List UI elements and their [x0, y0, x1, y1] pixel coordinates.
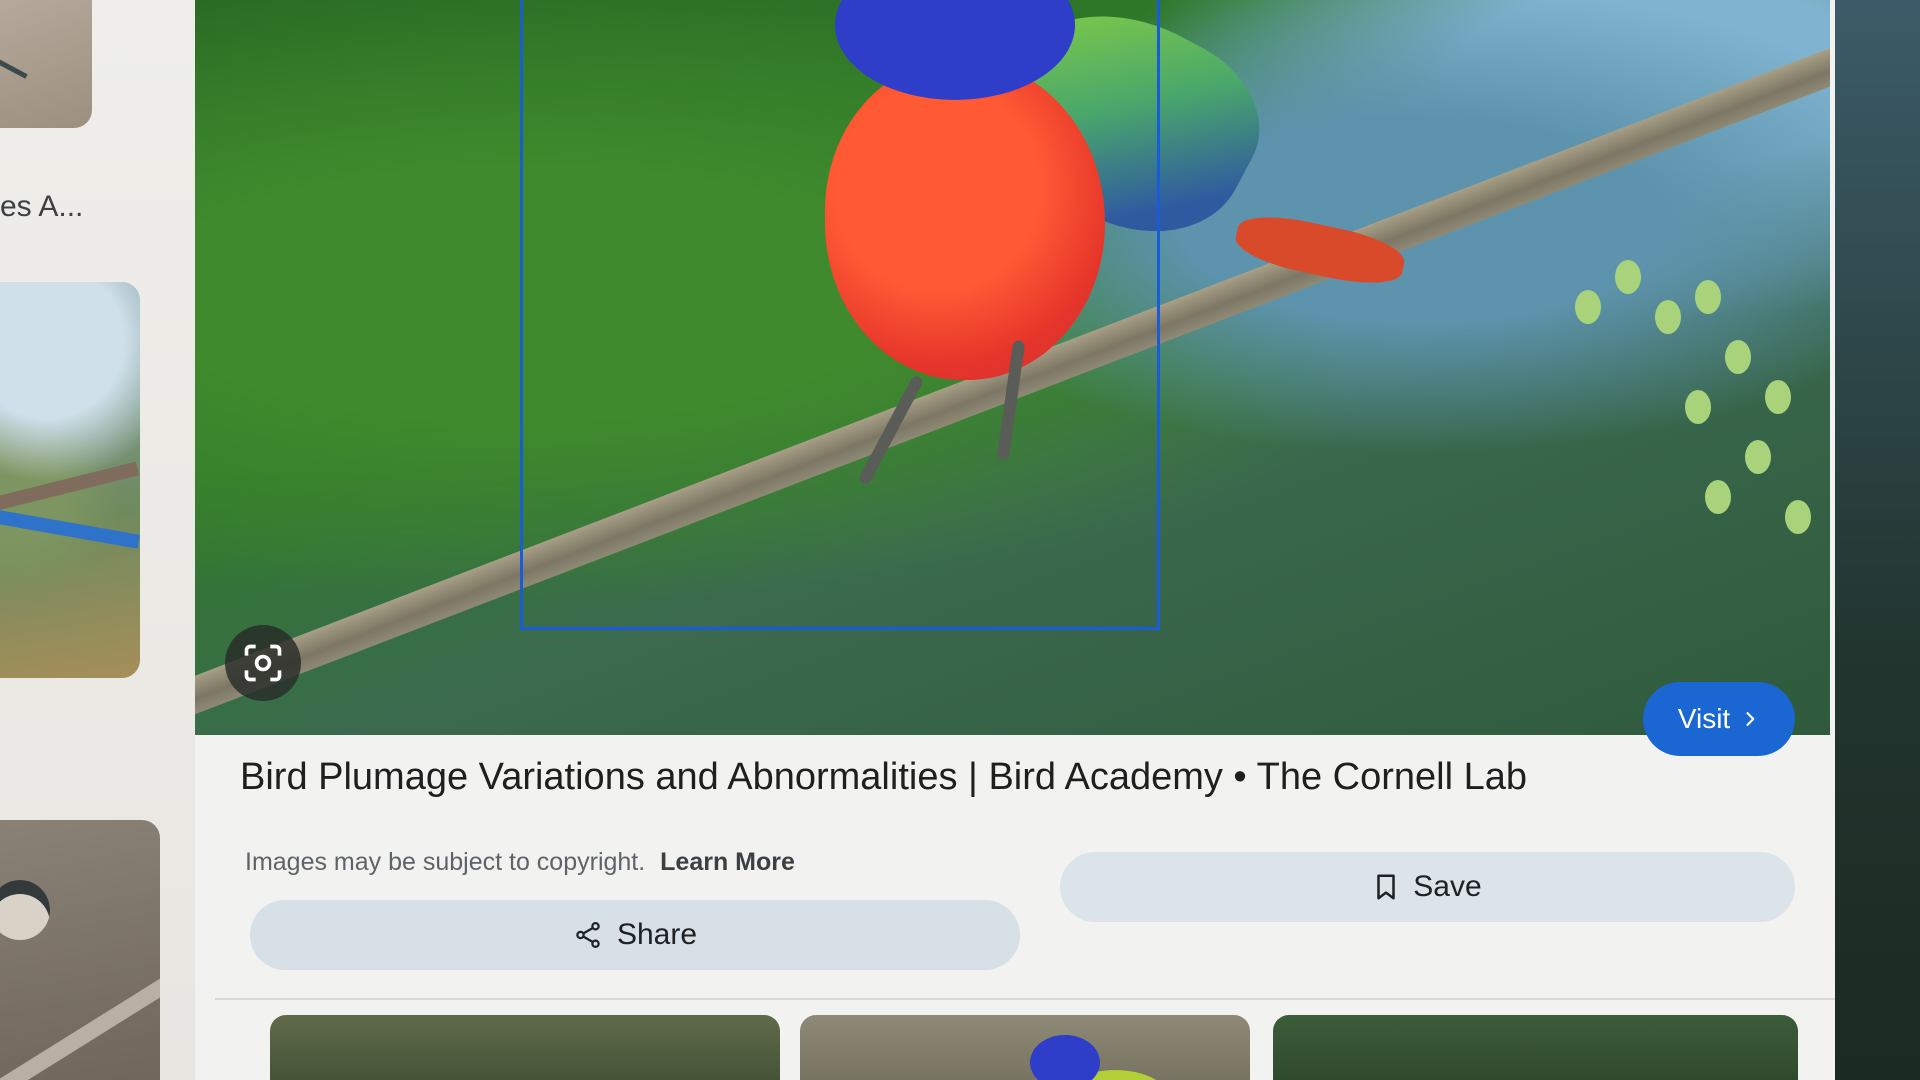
image-preview-panel: Bird Plumage Variations and Abnormalitie… — [195, 0, 1835, 1080]
save-label: Save — [1413, 870, 1482, 903]
related-image-thumbnail[interactable] — [0, 282, 140, 678]
result-title[interactable]: Bird Plumage Variations and Abnormalitie… — [240, 756, 1540, 799]
related-image-thumbnail[interactable] — [270, 1015, 780, 1080]
image-search-page: es A... Bird Plumage Variations and Abno… — [0, 0, 1920, 1080]
background-window-edge — [1835, 0, 1920, 1080]
section-divider — [215, 998, 1835, 1000]
related-results-column: es A... — [0, 0, 201, 1080]
related-image-thumbnail[interactable] — [0, 0, 92, 128]
copyright-notice: Images may be subject to copyright. Lear… — [245, 848, 795, 877]
thumbnail-bird-shape — [0, 880, 50, 940]
share-label: Share — [616, 918, 698, 951]
preview-image[interactable] — [195, 0, 1830, 735]
save-button[interactable]: Save — [1060, 852, 1795, 922]
learn-more-link[interactable]: Learn More — [660, 848, 795, 876]
share-icon — [576, 922, 600, 948]
camera-icon — [244, 644, 282, 682]
lens-selection-box[interactable] — [520, 0, 1160, 630]
chevron-right-icon — [1746, 712, 1755, 726]
bookmark-icon — [1377, 874, 1396, 900]
related-image-caption[interactable]: es A... — [0, 190, 83, 224]
share-button[interactable]: Share — [250, 900, 1020, 970]
visit-label: Visit — [1677, 703, 1731, 734]
copyright-text: Images may be subject to copyright. — [245, 848, 646, 876]
related-image-thumbnail[interactable] — [800, 1015, 1250, 1080]
leaves-shape — [1575, 260, 1830, 640]
related-image-thumbnail[interactable] — [1273, 1015, 1798, 1080]
visit-button[interactable]: Visit — [1643, 682, 1795, 756]
related-image-thumbnail[interactable] — [0, 820, 160, 1080]
google-lens-icon[interactable] — [225, 625, 301, 701]
